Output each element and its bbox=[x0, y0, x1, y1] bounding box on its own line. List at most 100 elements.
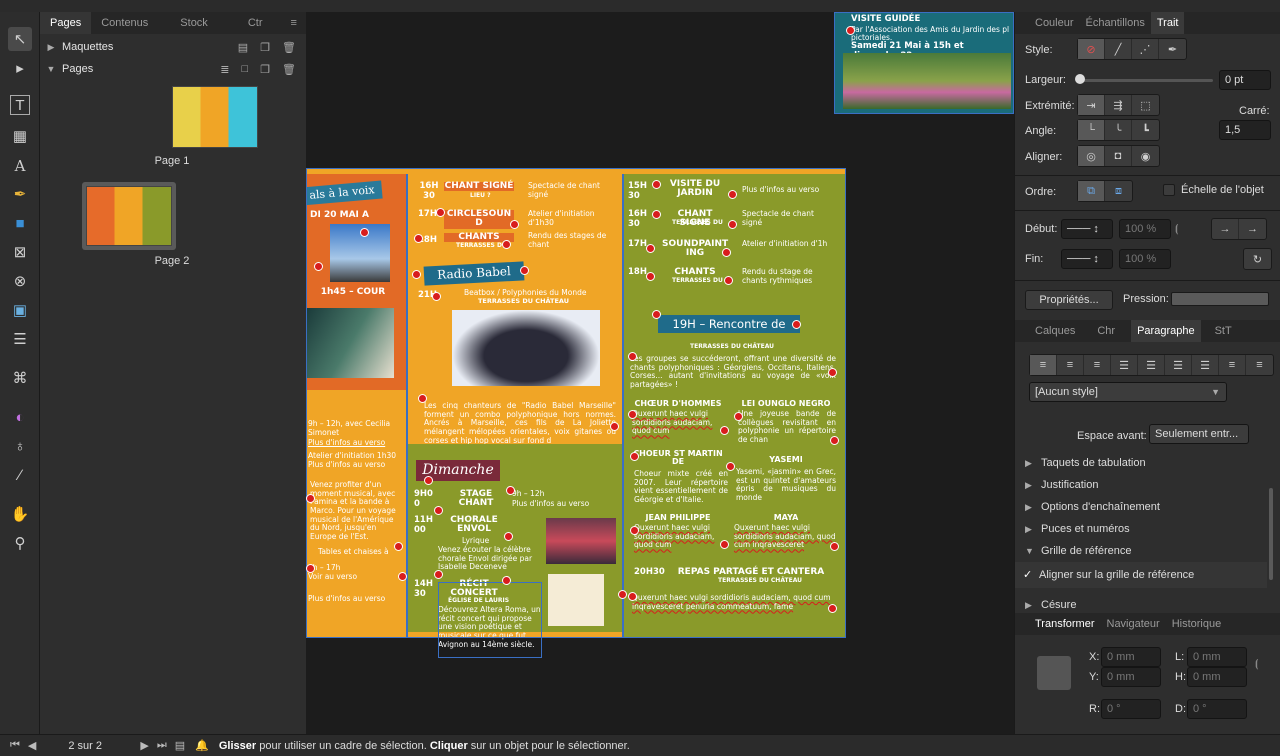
next-page-icon[interactable]: ▶ bbox=[140, 739, 148, 752]
collapse-triangle-icon[interactable]: ▼ bbox=[40, 64, 62, 74]
scrollbar[interactable] bbox=[1269, 488, 1273, 580]
move-tool-icon[interactable]: ↖ bbox=[8, 27, 32, 51]
start-arrow-select[interactable]: ─── ↕ bbox=[1061, 219, 1113, 239]
align-left-icon[interactable]: ≡ bbox=[1030, 355, 1057, 375]
arrow-right2-icon[interactable]: → bbox=[1239, 219, 1266, 239]
page-2-thumbnail[interactable] bbox=[86, 186, 172, 246]
page-icon[interactable]: ▤ bbox=[175, 739, 185, 752]
link-proportions-icon[interactable]: ⦗ bbox=[1255, 658, 1259, 671]
align-outside-icon[interactable]: ◉ bbox=[1132, 146, 1159, 166]
table-tool-icon[interactable]: ▦ bbox=[8, 124, 32, 148]
document-canvas[interactable]: VISITE GUIDÉE Par l'Association des Amis… bbox=[306, 12, 1014, 734]
hamburger-icon[interactable]: ≡ bbox=[280, 12, 306, 34]
justify-left-icon[interactable]: ☰ bbox=[1111, 355, 1138, 375]
stroke-front-icon[interactable]: ⧈ bbox=[1105, 181, 1132, 201]
spread-icon[interactable]: ≣ bbox=[220, 63, 229, 76]
section-justification[interactable]: ▶ Justification bbox=[1025, 474, 1265, 496]
tab-echantillons[interactable]: Échantillons bbox=[1080, 12, 1151, 34]
tab-couleur[interactable]: Couleur bbox=[1029, 12, 1080, 34]
page-2-spread[interactable]: als à la voix DI 20 MAI A 1h45 – COUR 9h… bbox=[306, 168, 846, 658]
square-cap-icon[interactable]: ⬚ bbox=[1132, 95, 1159, 115]
swap-icon[interactable]: ↻ bbox=[1244, 249, 1271, 269]
duplicate-page-icon[interactable]: ❐ bbox=[260, 63, 270, 76]
align-inside-icon[interactable]: ◘ bbox=[1105, 146, 1132, 166]
x-field[interactable]: 0 mm bbox=[1101, 647, 1161, 667]
shear-field[interactable]: 0 ° bbox=[1187, 699, 1247, 719]
justify-all-icon[interactable]: ☰ bbox=[1192, 355, 1219, 375]
align-away-spine-icon[interactable]: ≡ bbox=[1246, 355, 1273, 375]
tab-navigateur[interactable]: Navigateur bbox=[1101, 613, 1166, 635]
hand-tool-icon[interactable]: ✋ bbox=[8, 502, 32, 526]
pen-tool-icon[interactable]: ✒ bbox=[8, 182, 32, 206]
previous-page-icon[interactable]: ◀ bbox=[28, 739, 36, 752]
first-page-icon[interactable]: ⏮ bbox=[10, 739, 20, 752]
place-image-tool-icon[interactable]: ▣ bbox=[8, 298, 32, 322]
tab-chr[interactable]: Chr bbox=[1081, 320, 1131, 342]
node-tool-icon[interactable]: ▸ bbox=[8, 56, 32, 80]
duplicate-icon[interactable]: ❐ bbox=[260, 41, 270, 54]
page-1-thumbnail[interactable] bbox=[172, 86, 258, 148]
tab-stt[interactable]: StT bbox=[1201, 320, 1246, 342]
rotation-field[interactable]: 0 ° bbox=[1101, 699, 1161, 719]
section-bullets[interactable]: ▶ Puces et numéros bbox=[1025, 518, 1265, 540]
dashed-line-icon[interactable]: ⋰ bbox=[1132, 39, 1159, 59]
bevel-join-icon[interactable]: ┗ bbox=[1132, 120, 1159, 140]
delete-page-icon[interactable]: 🗑 bbox=[282, 63, 296, 76]
align-center-icon[interactable]: ◎ bbox=[1078, 146, 1105, 166]
tab-stock[interactable]: Stock bbox=[158, 12, 230, 34]
y-field[interactable]: 0 mm bbox=[1101, 667, 1161, 687]
rectangle-tool-icon[interactable]: ■ bbox=[8, 211, 32, 235]
round-cap-icon[interactable]: ⇶ bbox=[1105, 95, 1132, 115]
pages-section[interactable]: ▼ Pages ≣ □ ❐ 🗑 bbox=[40, 58, 306, 80]
scale-checkbox[interactable] bbox=[1163, 184, 1175, 196]
add-page-icon[interactable]: □ bbox=[242, 63, 249, 76]
selected-text-frame[interactable] bbox=[438, 582, 542, 658]
warning-bell-icon[interactable]: 🔔 bbox=[195, 739, 209, 752]
miter-join-icon[interactable]: └ bbox=[1078, 120, 1105, 140]
no-stroke-icon[interactable]: ⊘ bbox=[1078, 39, 1105, 59]
tab-ctr[interactable]: Ctr bbox=[230, 12, 281, 34]
link-icon[interactable]: ⦗ bbox=[1175, 223, 1179, 236]
arrow-right-icon[interactable]: → bbox=[1212, 219, 1239, 239]
text-frame-tool-icon[interactable]: T bbox=[10, 95, 30, 115]
section-tabs[interactable]: ▶ Taquets de tabulation bbox=[1025, 452, 1265, 474]
paragraph-style-dropdown[interactable]: [Aucun style] ▼ bbox=[1029, 382, 1227, 402]
start-scale-field[interactable]: 100 % bbox=[1119, 219, 1171, 239]
width-slider-thumb[interactable] bbox=[1075, 74, 1085, 84]
tab-trait[interactable]: Trait bbox=[1150, 12, 1185, 34]
butt-cap-icon[interactable]: ⇥ bbox=[1078, 95, 1105, 115]
anchor-grid-icon[interactable] bbox=[1037, 656, 1071, 690]
round-join-icon[interactable]: ╰ bbox=[1105, 120, 1132, 140]
end-scale-field[interactable]: 100 % bbox=[1119, 249, 1171, 269]
tab-historique[interactable]: Historique bbox=[1166, 613, 1228, 635]
zoom-tool-icon[interactable]: ⚲ bbox=[8, 531, 32, 555]
stroke-behind-icon[interactable]: ⧉ bbox=[1078, 181, 1105, 201]
align-right-icon[interactable]: ≡ bbox=[1084, 355, 1111, 375]
masters-section[interactable]: ▶ Maquettes ▤ ❐ 🗑 bbox=[40, 36, 306, 58]
crop-tool-icon[interactable]: ⌘ bbox=[8, 366, 32, 390]
width-field[interactable]: 0 pt bbox=[1219, 70, 1271, 90]
l-field[interactable]: 0 mm bbox=[1187, 647, 1247, 667]
grid-checkbox-label[interactable]: Aligner sur la grille de référence bbox=[1039, 569, 1194, 581]
pressure-graph[interactable] bbox=[1171, 292, 1269, 306]
tab-paragraphe[interactable]: Paragraphe bbox=[1131, 320, 1201, 342]
tab-transformer[interactable]: Transformer bbox=[1029, 613, 1101, 635]
align-center-text-icon[interactable]: ≡ bbox=[1057, 355, 1084, 375]
width-slider-track[interactable] bbox=[1079, 79, 1213, 82]
add-master-icon[interactable]: ▤ bbox=[238, 41, 248, 54]
section-baseline-grid[interactable]: ▼ Grille de référence bbox=[1025, 540, 1265, 562]
properties-button[interactable]: Propriétés... bbox=[1025, 290, 1113, 310]
color-picker-tool-icon[interactable]: ◐ bbox=[8, 405, 32, 429]
checkmark-icon[interactable]: ✓ bbox=[1023, 568, 1032, 581]
tab-calques[interactable]: Calques bbox=[1029, 320, 1081, 342]
h-field[interactable]: 0 mm bbox=[1187, 667, 1247, 687]
miter-field[interactable]: 1,5 bbox=[1219, 120, 1271, 140]
tab-pages[interactable]: Pages bbox=[40, 12, 92, 34]
brush-stroke-icon[interactable]: ✒ bbox=[1159, 39, 1186, 59]
transparency-tool-icon[interactable]: ♁ bbox=[8, 434, 32, 458]
justify-center-icon[interactable]: ☰ bbox=[1138, 355, 1165, 375]
section-flow-options[interactable]: ▶ Options d'enchaînement bbox=[1025, 496, 1265, 518]
section-hyphenation[interactable]: ▶ Césure bbox=[1025, 596, 1265, 614]
artistic-text-tool-icon[interactable]: A bbox=[8, 154, 32, 178]
align-spine-icon[interactable]: ≡ bbox=[1219, 355, 1246, 375]
